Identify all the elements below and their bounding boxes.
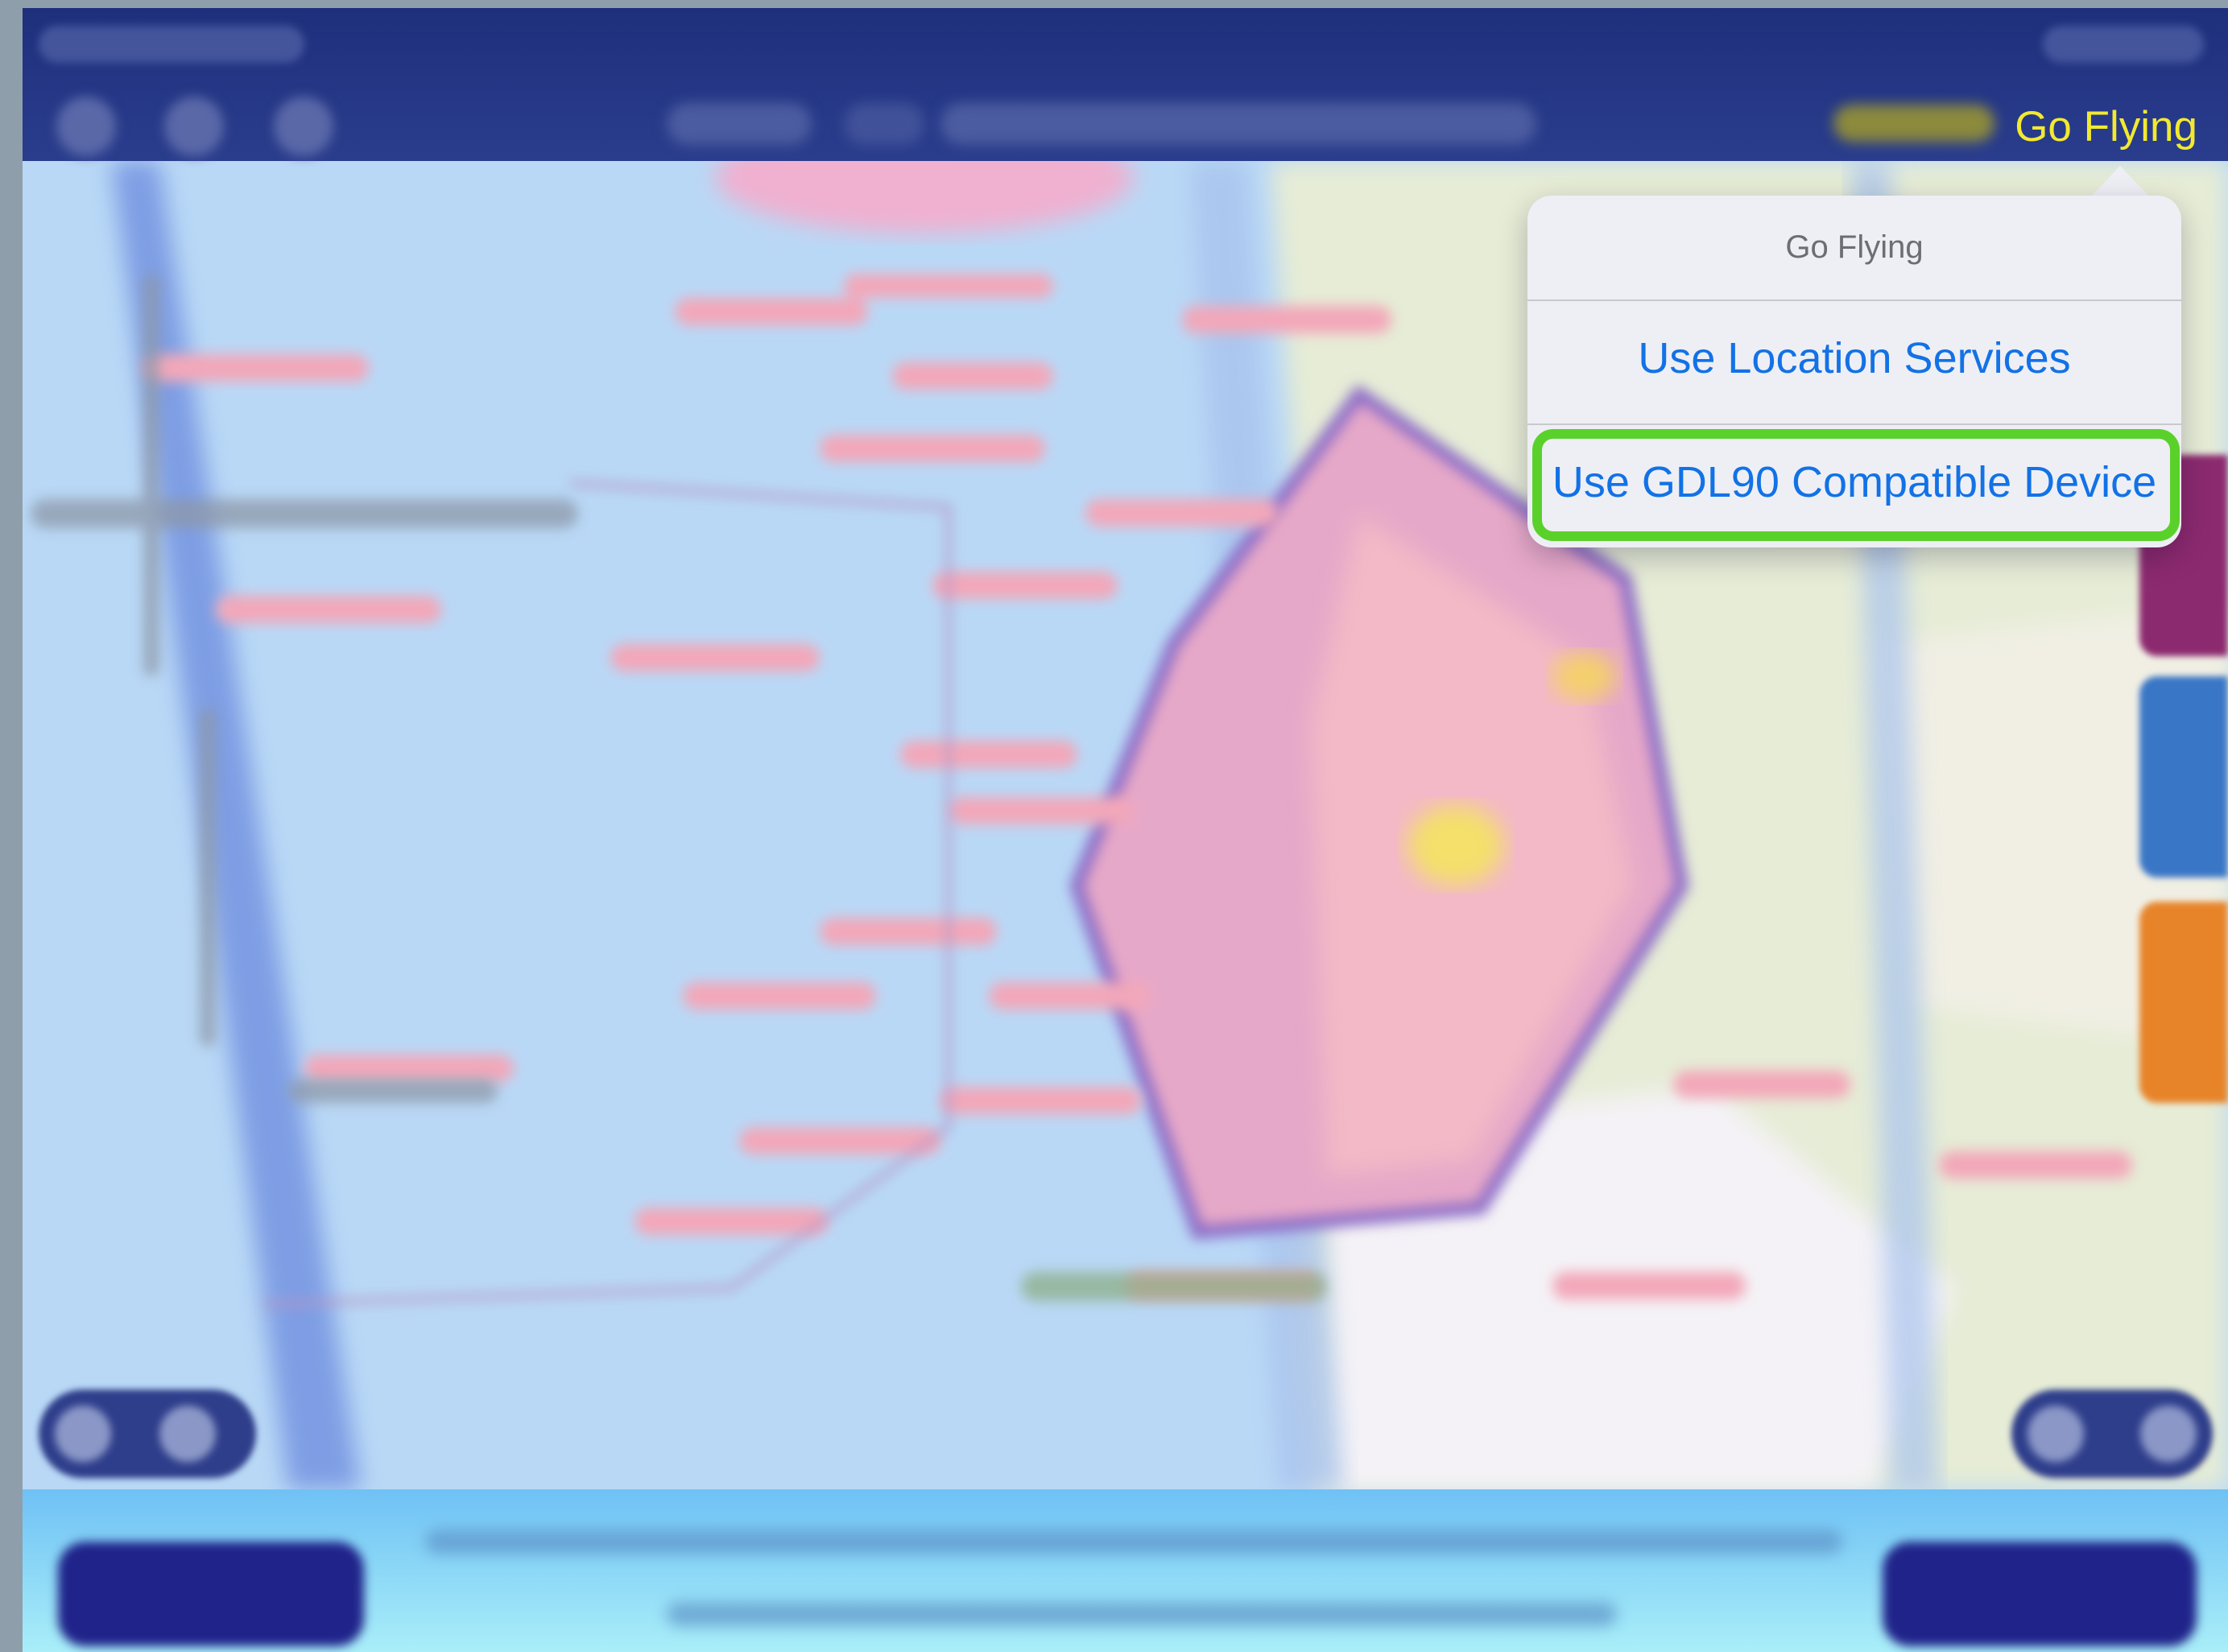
- go-flying-button[interactable]: Go Flying: [2015, 103, 2197, 151]
- use-location-services-option[interactable]: Use Location Services: [1527, 332, 2181, 384]
- zoom-out-icon[interactable]: [55, 1406, 111, 1462]
- side-tab-orange[interactable]: [2139, 902, 2228, 1103]
- chart-title[interactable]: [940, 103, 1536, 145]
- popover-arrow: [2090, 166, 2151, 198]
- locate-icon[interactable]: [2140, 1406, 2197, 1462]
- popover-divider: [1527, 299, 2181, 301]
- bottom-bar-instructions: [425, 1530, 1842, 1554]
- popover-divider: [1527, 423, 2181, 425]
- route-label[interactable]: [667, 103, 812, 145]
- destination-button[interactable]: [1883, 1542, 2197, 1646]
- settings-icon[interactable]: [164, 97, 224, 156]
- popover-title: Go Flying: [1785, 229, 1924, 265]
- create-route-button[interactable]: [58, 1542, 364, 1646]
- zoom-in-icon[interactable]: [159, 1406, 216, 1462]
- status-bar-time: [39, 26, 304, 63]
- title-separator: [844, 103, 924, 145]
- bottom-bar: [23, 1489, 2228, 1652]
- side-tab-blue[interactable]: [2139, 676, 2228, 878]
- layers-icon[interactable]: [2028, 1406, 2084, 1462]
- bottom-bar-subtext: [667, 1602, 1617, 1626]
- status-bar-battery: [2043, 26, 2204, 63]
- device-frame: Go Flying Go Flying Use Location Service…: [0, 0, 2228, 1652]
- secondary-yellow-button[interactable]: [1833, 105, 1994, 142]
- menu-icon[interactable]: [56, 97, 116, 156]
- search-icon[interactable]: [274, 97, 333, 156]
- top-navigation-bar: Go Flying: [23, 8, 2228, 161]
- highlight-box: [1532, 429, 2180, 541]
